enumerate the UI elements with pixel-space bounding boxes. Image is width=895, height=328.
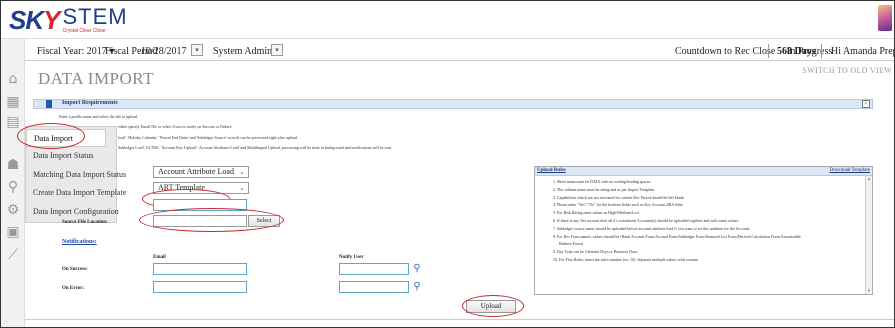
requirement-line: load', 'Holiday Calendar', 'Period End D…: [118, 135, 298, 140]
requirements-header: Import Requirements ˄: [33, 99, 873, 109]
menu-item-matching-data-import-status[interactable]: Matching Data Import Status: [26, 166, 126, 184]
logo-sky-text: SK: [9, 4, 44, 35]
download-template-link[interactable]: Download Template: [829, 168, 870, 173]
upload-rules-header: Upload Rules Download Template: [535, 167, 872, 176]
upload-rules-title: Upload Rules: [537, 168, 566, 173]
logo-tagline: Crystal Clear Close: [62, 28, 106, 34]
success-email-input[interactable]: [153, 263, 247, 275]
rule-item: 6. If there is any Net account then all …: [553, 217, 739, 223]
fiscal-period-value: 10/28/2017: [141, 46, 187, 57]
requirement-line: either specify Email IDs or select Users…: [118, 124, 233, 129]
logo-stem-text: STEM: [62, 4, 128, 29]
switch-to-old-view-link[interactable]: SWITCH TO OLD VIEW: [802, 66, 892, 75]
menu-item-data-import-status[interactable]: Data Import Status: [26, 147, 118, 165]
page-title: DATA IMPORT: [38, 69, 154, 88]
success-notify-user-input[interactable]: [339, 263, 409, 275]
template-select[interactable]: ART Template ⌄: [153, 182, 249, 194]
menu-item-data-import[interactable]: Data Import: [26, 129, 106, 147]
upload-button[interactable]: Upload: [466, 300, 516, 313]
role-label: System Admin: [213, 46, 273, 57]
profile-name-input[interactable]: [153, 199, 247, 211]
source-file-input[interactable]: [153, 215, 247, 227]
rule-item: 4. Please enter "Yes"/"No" for the boole…: [553, 202, 684, 208]
rules-scrollbar[interactable]: ▲ ▼: [865, 176, 872, 294]
import-requirements-panel: Import Requirements ˄ Enter a profile na…: [33, 99, 873, 154]
search-icon[interactable]: ⚲: [5, 179, 21, 195]
fiscal-period-select[interactable]: ▾: [191, 44, 203, 56]
collapse-icon[interactable]: ˄: [862, 100, 870, 108]
email-column-header: Email: [153, 255, 166, 260]
rule-item: Balance Form): [559, 241, 583, 247]
notify-user-column-header: Notify User: [339, 255, 364, 260]
fiscal-year-dropdown[interactable]: Fiscal Year: 2017 ▾: [37, 46, 114, 57]
rule-item: 5. For Risk Rating enter values as High/…: [553, 210, 640, 216]
brand-bar: SK Y STEM Crystal Clear Close: [1, 1, 894, 39]
header-divider: [821, 44, 822, 58]
calendar-icon[interactable]: ▦: [5, 94, 21, 110]
rule-item: 2. The column name must be string and as…: [553, 186, 656, 192]
template-value: ART Template: [158, 183, 205, 192]
rule-item: 9. Day Type can be Calendar Days or Busi…: [553, 249, 639, 255]
data-import-flyout-menu: Data Import Data Import Status Matching …: [25, 126, 126, 223]
status-label: In Progress: [787, 46, 833, 57]
error-notify-user-input[interactable]: [339, 281, 409, 293]
notifications-label: Notifications:: [62, 239, 97, 245]
chart-icon[interactable]: ⟋: [5, 247, 21, 263]
logo-y-text: Y: [43, 4, 61, 35]
rule-item: 3. Capabilities which are not activated …: [553, 194, 685, 200]
user-avatar[interactable]: [878, 5, 892, 31]
chevron-down-icon: ⌄: [239, 168, 245, 176]
scroll-up-icon[interactable]: ▲: [866, 176, 872, 182]
user-greeting-menu[interactable]: Hi Amanda Prep ▾: [831, 46, 894, 57]
upload-rules-list: 1. Sheet name must be DATA with no trail…: [553, 178, 853, 264]
requirement-line: Subledger Load','GLTBS', 'Account Key Up…: [118, 145, 392, 150]
rule-item: 10. For Flux Rules, insert the rules num…: [553, 256, 699, 262]
on-error-label: On Error:: [62, 286, 84, 291]
user-lookup-icon[interactable]: ⚲: [411, 263, 423, 275]
left-icon-rail: ⌂ ▦ ▤ ☗ ⚲ ⚙ ▣ ⟋: [1, 39, 25, 327]
upload-rules-panel: Upload Rules Download Template 1. Sheet …: [534, 166, 873, 295]
on-success-label: On Success:: [62, 267, 88, 272]
menu-item-create-data-import-template[interactable]: Create Data Import Template: [26, 184, 126, 202]
header-toolbar: Fiscal Year: 2017 ▾ Fiscal Period 10/28/…: [25, 41, 894, 61]
countdown-label: Countdown to Rec Close: [675, 46, 776, 57]
gear-icon[interactable]: ⚙: [5, 202, 21, 218]
menu-item-data-import-configuration[interactable]: Data Import Configuration: [26, 203, 119, 221]
source-file-label: Source File Location:: [62, 220, 108, 225]
rule-item: 8. For Rec Form names, values should be …: [553, 233, 801, 239]
user-lookup-icon[interactable]: ⚲: [411, 281, 423, 293]
import-type-select[interactable]: Account Attribute Load ⌄: [153, 166, 249, 178]
document-icon[interactable]: ▤: [5, 114, 21, 130]
header-divider: [768, 44, 769, 58]
info-icon: [46, 100, 52, 108]
bottom-divider: [25, 319, 894, 320]
select-file-button[interactable]: Select: [248, 215, 280, 227]
home-icon[interactable]: ⌂: [5, 71, 21, 87]
chevron-down-icon: ⌄: [239, 184, 245, 192]
rule-item: 7. Subledger source name should be uploa…: [553, 225, 751, 231]
error-email-input[interactable]: [153, 281, 247, 293]
skystem-logo[interactable]: SK Y STEM Crystal Clear Close: [9, 4, 128, 36]
rule-item: 1. Sheet name must be DATA with no trail…: [553, 179, 652, 184]
app-window: SK Y STEM Crystal Clear Close ⌂ ▦ ▤ ☗ ⚲ …: [0, 0, 895, 328]
import-type-value: Account Attribute Load: [158, 167, 234, 176]
users-icon[interactable]: ☗: [5, 157, 21, 173]
requirement-line: Enter a profile name and select the file…: [59, 114, 138, 119]
reports-icon[interactable]: ▣: [5, 224, 21, 240]
requirements-title: Import Requirements: [62, 100, 118, 106]
scroll-down-icon[interactable]: ▼: [866, 288, 872, 294]
role-select[interactable]: ▾: [271, 44, 283, 56]
